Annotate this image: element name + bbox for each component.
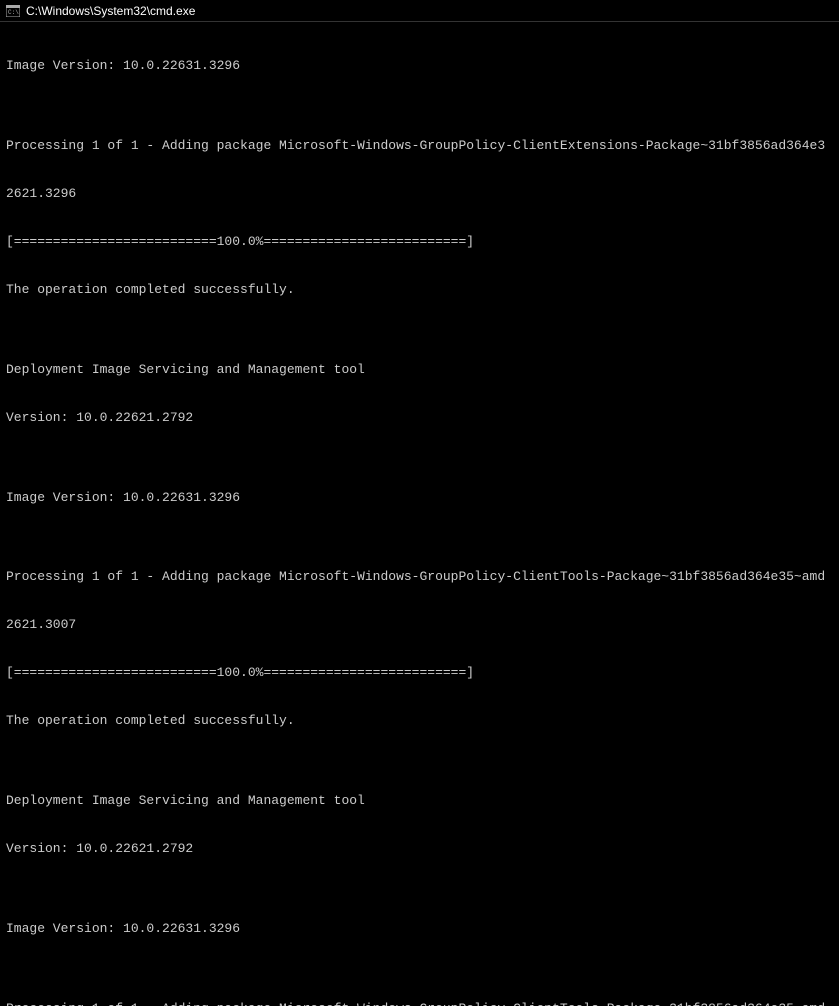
- output-line: Deployment Image Servicing and Managemen…: [6, 793, 833, 809]
- cmd-icon: C:\: [6, 4, 20, 18]
- output-line: Processing 1 of 1 - Adding package Micro…: [6, 1001, 833, 1006]
- title-bar: C:\ C:\Windows\System32\cmd.exe: [0, 0, 839, 22]
- output-line: 2621.3296: [6, 186, 833, 202]
- output-line: [==========================100.0%=======…: [6, 665, 833, 681]
- output-line: Image Version: 10.0.22631.3296: [6, 490, 833, 506]
- output-line: Version: 10.0.22621.2792: [6, 841, 833, 857]
- terminal-output[interactable]: Image Version: 10.0.22631.3296 Processin…: [0, 22, 839, 1006]
- output-line: 2621.3007: [6, 617, 833, 633]
- output-line: Processing 1 of 1 - Adding package Micro…: [6, 138, 833, 154]
- output-line: Processing 1 of 1 - Adding package Micro…: [6, 569, 833, 585]
- output-line: [==========================100.0%=======…: [6, 234, 833, 250]
- output-line: Image Version: 10.0.22631.3296: [6, 58, 833, 74]
- svg-text:C:\: C:\: [8, 9, 19, 16]
- output-line: Image Version: 10.0.22631.3296: [6, 921, 833, 937]
- output-line: Deployment Image Servicing and Managemen…: [6, 362, 833, 378]
- output-line: Version: 10.0.22621.2792: [6, 410, 833, 426]
- output-line: The operation completed successfully.: [6, 713, 833, 729]
- window-title: C:\Windows\System32\cmd.exe: [26, 4, 195, 18]
- output-line: The operation completed successfully.: [6, 282, 833, 298]
